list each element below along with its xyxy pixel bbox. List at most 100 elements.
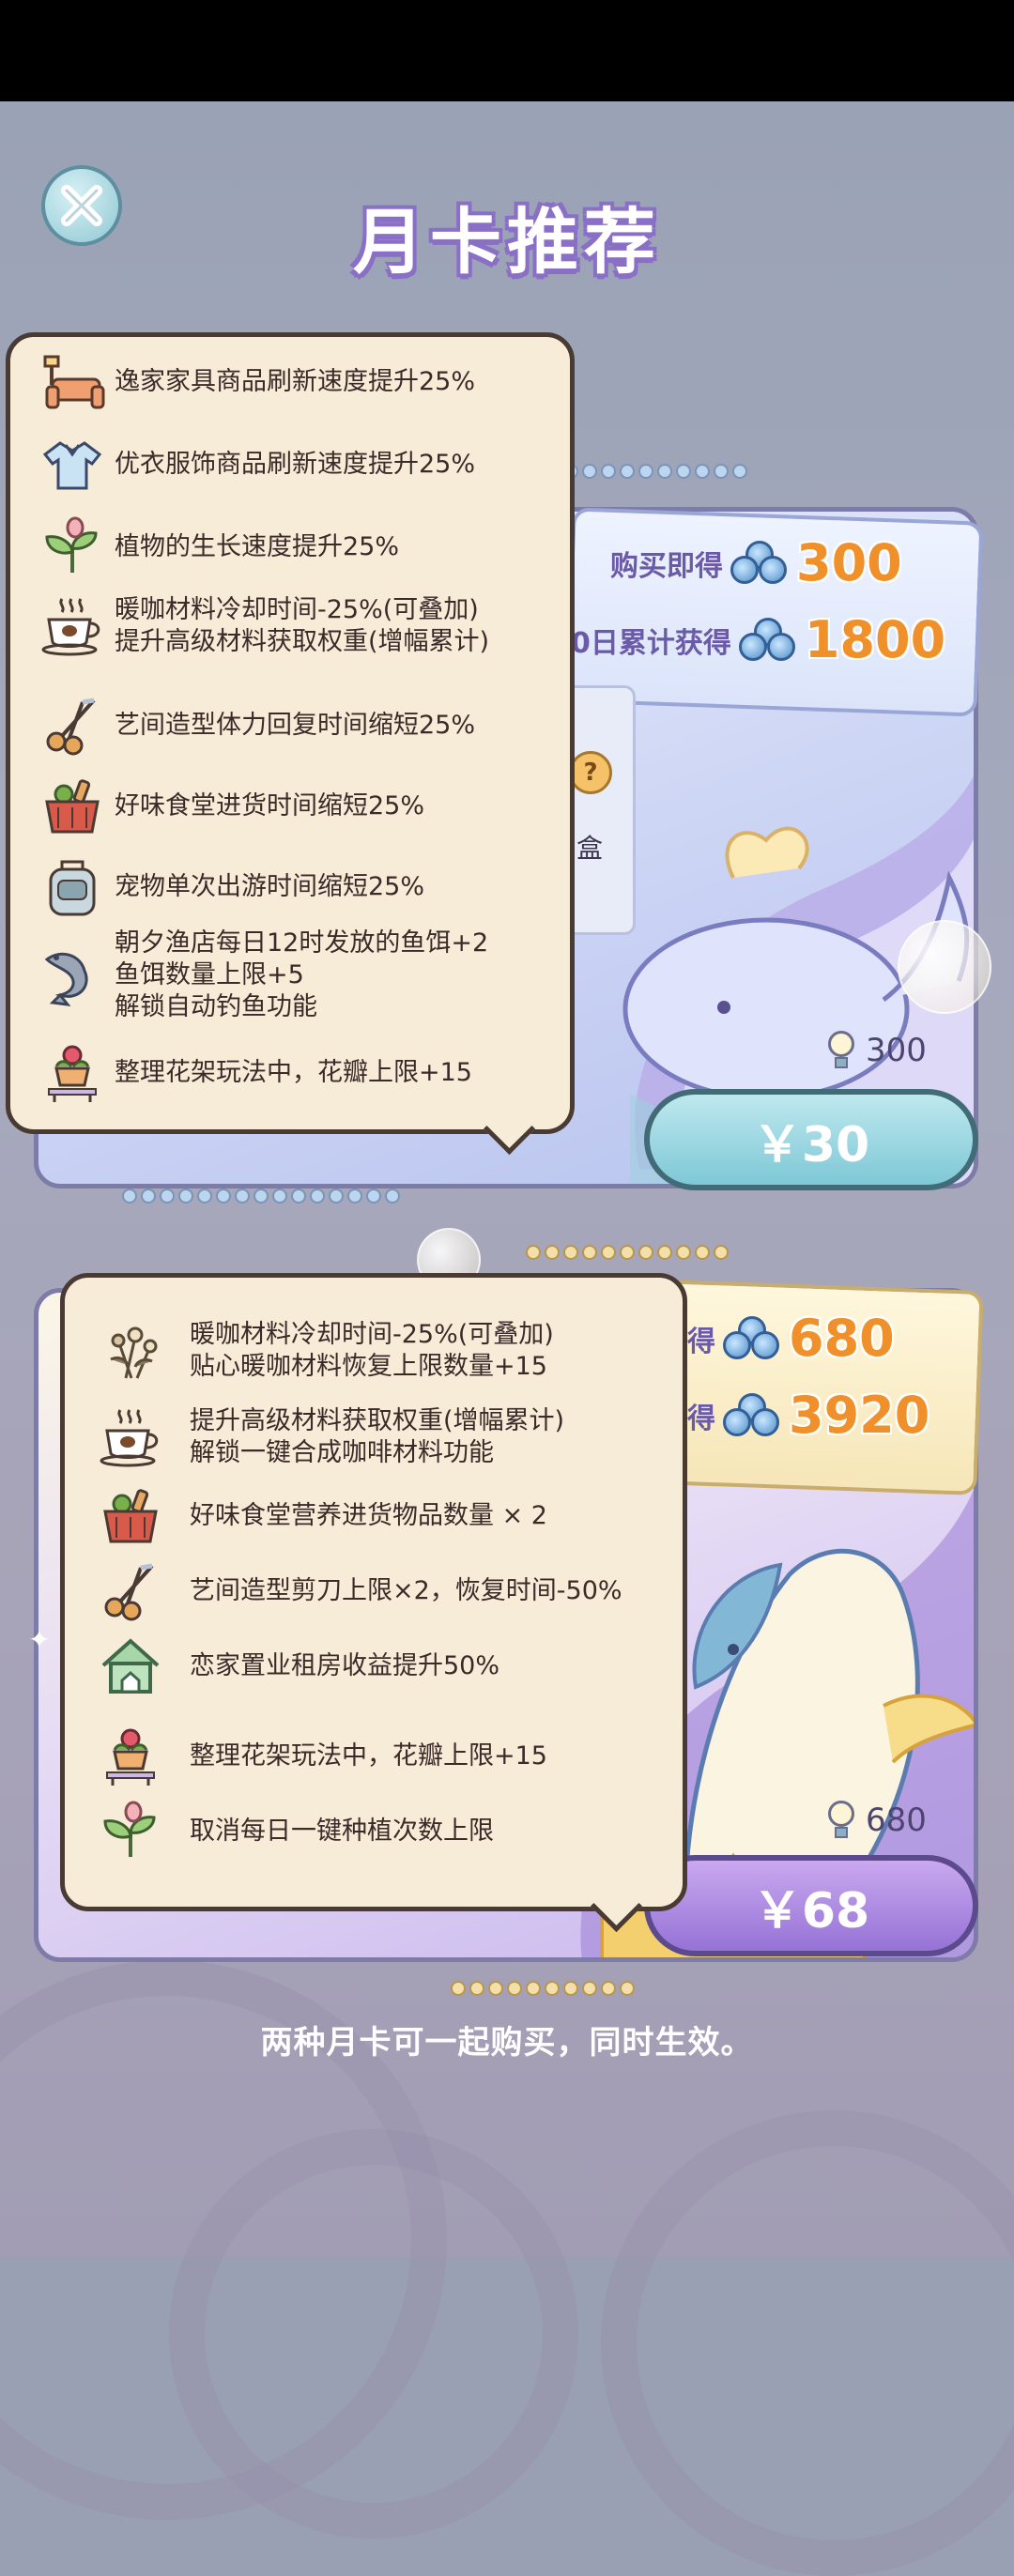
- coffee-cup-icon: [39, 593, 105, 659]
- benefit-line: 逸家家具商品刷新速度提升25%: [115, 367, 476, 396]
- grocery-basket-icon: [98, 1483, 163, 1549]
- scissors-icon: [98, 1558, 163, 1624]
- flower-pot-icon: [98, 1724, 163, 1789]
- benefit-text: 艺间造型体力回复时间缩短25%: [115, 710, 475, 742]
- gem-icon: [738, 617, 797, 663]
- benefit-item: 好味食堂营养进货物品数量 × 2: [98, 1483, 547, 1549]
- benefit-item: 暖咖材料冷却时间-25%(可叠加) 贴心暖咖材料恢复上限数量+15: [98, 1318, 554, 1384]
- reward-accum-value: 1800: [804, 610, 946, 669]
- partial-box-label: 盒: [576, 833, 604, 864]
- dried-flowers-icon: [98, 1318, 163, 1384]
- benefit-line: 艺间造型剪刀上限×2，恢复时间-50%: [190, 1576, 622, 1605]
- benefit-text: 取消每日一键种植次数上限: [190, 1816, 494, 1848]
- benefit-text: 好味食堂营养进货物品数量 × 2: [190, 1500, 547, 1532]
- benefit-text: 整理花架玩法中，花瓣上限+15: [115, 1057, 472, 1089]
- benefit-item: 恋家置业租房收益提升50%: [98, 1633, 499, 1699]
- benefit-line: 朝夕渔店每日12时发放的鱼饵+2: [115, 928, 489, 958]
- partial-item-panel: [567, 685, 636, 935]
- benefit-line: 艺间造型体力回复时间缩短25%: [115, 711, 476, 740]
- bead-garland: [122, 1188, 400, 1205]
- benefit-line: 提升高级材料获取权重(增幅累计): [190, 1406, 565, 1435]
- benefit-text: 优衣服饰商品刷新速度提升25%: [115, 449, 475, 481]
- benefit-item: 艺间造型剪刀上限×2，恢复时间-50%: [98, 1558, 622, 1624]
- benefit-text: 提升高级材料获取权重(增幅累计) 解锁一键合成咖啡材料功能: [190, 1405, 564, 1469]
- sprout-icon: [98, 1799, 163, 1864]
- gem-icon: [723, 1315, 781, 1361]
- benefit-line: 暖咖材料冷却时间-25%(可叠加): [190, 1320, 554, 1349]
- benefit-line: 宠物单次出游时间缩短25%: [115, 872, 425, 901]
- benefit-item: 宠物单次出游时间缩短25%: [39, 854, 424, 920]
- benefit-line: 优衣服饰商品刷新速度提升25%: [115, 450, 476, 479]
- buy-30-button[interactable]: ￥30: [644, 1089, 978, 1190]
- benefit-item: 整理花架玩法中，花瓣上限+15: [39, 1040, 472, 1106]
- sparkle-icon: ✦: [28, 1624, 51, 1655]
- reward-buy-label: 购买即得: [610, 549, 723, 583]
- coffee-cup-icon: [98, 1404, 163, 1470]
- bulb-value: 680: [866, 1802, 927, 1839]
- bead-garland: [526, 1245, 729, 1262]
- benefit-line: 贴心暖咖材料恢复上限数量+15: [190, 1352, 547, 1381]
- benefit-item: 整理花架玩法中，花瓣上限+15: [98, 1724, 547, 1789]
- benefit-item: 逸家家具商品刷新速度提升25%: [39, 349, 475, 415]
- pet-carrier-icon: [39, 854, 105, 920]
- benefit-line: 取消每日一键种植次数上限: [190, 1817, 494, 1846]
- benefit-text: 暖咖材料冷却时间-25%(可叠加) 贴心暖咖材料恢复上限数量+15: [190, 1319, 554, 1383]
- bead-garland: [563, 464, 747, 481]
- benefit-line: 解锁自动钓鱼功能: [115, 992, 317, 1021]
- gem-icon: [723, 1392, 781, 1438]
- benefit-item: 好味食堂进货时间缩短25%: [39, 774, 424, 839]
- benefit-item: 植物的生长速度提升25%: [39, 514, 399, 580]
- reward-accum-line: 得 3920: [687, 1386, 930, 1445]
- grocery-basket-icon: [39, 774, 105, 839]
- bubble: [898, 920, 991, 1014]
- reward-buy-line: 得 680: [687, 1309, 895, 1368]
- benefit-item: 提升高级材料获取权重(增幅累计) 解锁一键合成咖啡材料功能: [98, 1404, 564, 1470]
- benefit-line: 提升高级材料获取权重(增幅累计): [115, 627, 490, 656]
- benefit-text: 逸家家具商品刷新速度提升25%: [115, 366, 475, 398]
- benefit-text: 恋家置业租房收益提升50%: [190, 1650, 499, 1682]
- benefit-item: 朝夕渔店每日12时发放的鱼饵+2 鱼饵数量上限+5 解锁自动钓鱼功能: [39, 928, 488, 1023]
- benefit-item: 暖咖材料冷却时间-25%(可叠加) 提升高级材料获取权重(增幅累计): [39, 593, 489, 659]
- bulb-reward: 300: [826, 1031, 927, 1070]
- benefit-text: 整理花架玩法中，花瓣上限+15: [190, 1740, 547, 1772]
- reward-buy-value: 680: [789, 1309, 895, 1368]
- reward-buy-label: 得: [687, 1325, 715, 1358]
- benefit-line: 解锁一键合成咖啡材料功能: [190, 1438, 494, 1467]
- lightbulb-icon: [826, 1801, 856, 1840]
- bulb-value: 300: [866, 1032, 927, 1069]
- reward-accum-label: 0日累计获得: [571, 626, 731, 660]
- lightbulb-icon: [826, 1031, 856, 1070]
- furniture-icon: [39, 349, 105, 415]
- question-icon: ?: [569, 751, 612, 794]
- bulb-reward: 680: [826, 1801, 927, 1840]
- benefit-line: 好味食堂进货时间缩短25%: [115, 791, 425, 820]
- buy-68-button[interactable]: ￥68: [644, 1855, 978, 1956]
- flower-pot-icon: [39, 1040, 105, 1106]
- benefit-item: 取消每日一键种植次数上限: [98, 1799, 494, 1864]
- benefit-text: 朝夕渔店每日12时发放的鱼饵+2 鱼饵数量上限+5 解锁自动钓鱼功能: [115, 928, 488, 1023]
- benefit-text: 宠物单次出游时间缩短25%: [115, 871, 424, 903]
- bead-garland: [451, 1981, 635, 1998]
- sprout-icon: [39, 514, 105, 580]
- benefit-text: 暖咖材料冷却时间-25%(可叠加) 提升高级材料获取权重(增幅累计): [115, 594, 489, 658]
- fish-icon: [39, 943, 105, 1008]
- reward-buy-line: 购买即得 300: [610, 533, 902, 592]
- benefit-line: 恋家置业租房收益提升50%: [190, 1651, 500, 1680]
- gem-icon: [730, 540, 789, 586]
- footer-note: 两种月卡可一起购买，同时生效。: [260, 2024, 754, 2062]
- benefit-text: 艺间造型剪刀上限×2，恢复时间-50%: [190, 1575, 622, 1607]
- reward-accum-value: 3920: [789, 1386, 930, 1445]
- house-icon: [98, 1633, 163, 1699]
- benefit-line: 植物的生长速度提升25%: [115, 532, 400, 561]
- status-bar: [0, 0, 1014, 101]
- reward-accum-line: 0日累计获得 1800: [571, 610, 945, 669]
- page-title: 月卡推荐: [353, 200, 661, 284]
- benefit-text: 植物的生长速度提升25%: [115, 531, 399, 563]
- scissors-icon: [39, 693, 105, 759]
- reward-accum-label: 得: [687, 1402, 715, 1435]
- benefit-line: 暖咖材料冷却时间-25%(可叠加): [115, 595, 479, 624]
- reward-buy-value: 300: [796, 533, 902, 592]
- benefit-item: 优衣服饰商品刷新速度提升25%: [39, 432, 475, 498]
- benefit-line: 好味食堂营养进货物品数量 × 2: [190, 1501, 547, 1530]
- shirt-icon: [39, 432, 105, 498]
